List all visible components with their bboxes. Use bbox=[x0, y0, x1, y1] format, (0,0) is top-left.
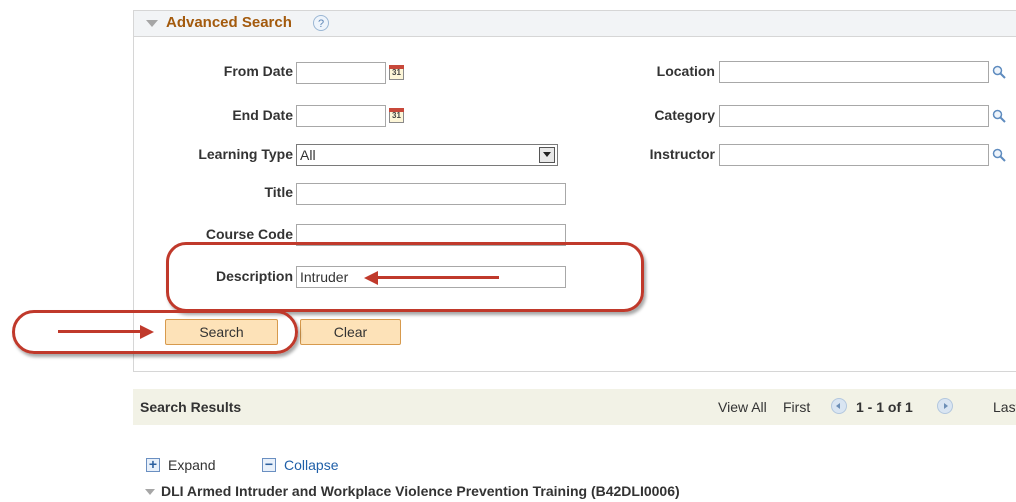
calendar-icon[interactable]: 31 bbox=[389, 65, 404, 80]
category-input[interactable] bbox=[719, 105, 989, 127]
search-arrow-head bbox=[140, 325, 154, 339]
from-date-input[interactable] bbox=[296, 62, 386, 84]
from-date-label: From Date bbox=[223, 63, 293, 79]
dropdown-arrow-icon[interactable] bbox=[539, 147, 555, 163]
last-link[interactable]: Last bbox=[993, 399, 1016, 415]
instructor-input[interactable] bbox=[719, 144, 989, 166]
search-arrow-line bbox=[58, 330, 142, 333]
search-button-highlight-oval bbox=[12, 310, 298, 354]
next-icon[interactable] bbox=[937, 398, 953, 414]
magnifier-icon[interactable] bbox=[992, 148, 1006, 162]
view-all-link[interactable]: View All bbox=[718, 399, 767, 415]
minus-box-icon[interactable]: − bbox=[262, 457, 276, 472]
advanced-search-header[interactable]: Advanced Search ? bbox=[134, 11, 1016, 37]
learning-type-label: Learning Type bbox=[198, 146, 293, 162]
location-input[interactable] bbox=[719, 61, 989, 83]
result-item-title[interactable]: DLI Armed Intruder and Workplace Violenc… bbox=[161, 483, 680, 499]
clear-button[interactable]: Clear bbox=[300, 319, 401, 345]
learning-type-value: All bbox=[300, 147, 316, 163]
learning-type-select[interactable]: All bbox=[296, 144, 558, 166]
help-icon[interactable]: ? bbox=[313, 15, 329, 31]
results-range: 1 - 1 of 1 bbox=[856, 399, 913, 415]
title-input[interactable] bbox=[296, 183, 566, 205]
magnifier-icon[interactable] bbox=[992, 109, 1006, 123]
calendar-icon[interactable]: 31 bbox=[389, 108, 404, 123]
description-arrow-line bbox=[376, 276, 499, 279]
collapse-triangle-icon[interactable] bbox=[145, 489, 155, 495]
expand-link[interactable]: Expand bbox=[168, 457, 215, 473]
magnifier-icon[interactable] bbox=[992, 65, 1006, 79]
category-label: Category bbox=[654, 107, 715, 123]
first-link[interactable]: First bbox=[783, 399, 810, 415]
title-label: Title bbox=[264, 184, 293, 200]
instructor-label: Instructor bbox=[649, 146, 715, 162]
search-results-bar: Search Results View All First 1 - 1 of 1… bbox=[133, 389, 1016, 425]
collapse-triangle-icon[interactable] bbox=[146, 20, 158, 27]
previous-icon[interactable] bbox=[831, 398, 847, 414]
advanced-search-title[interactable]: Advanced Search bbox=[166, 14, 292, 31]
course-code-label: Course Code bbox=[205, 226, 293, 242]
description-arrow-head bbox=[364, 271, 378, 285]
location-label: Location bbox=[656, 63, 715, 79]
end-date-input[interactable] bbox=[296, 105, 386, 127]
plus-box-icon[interactable]: + bbox=[146, 457, 160, 472]
search-results-title: Search Results bbox=[140, 399, 242, 415]
end-date-label: End Date bbox=[232, 107, 293, 123]
collapse-link[interactable]: Collapse bbox=[284, 457, 338, 473]
